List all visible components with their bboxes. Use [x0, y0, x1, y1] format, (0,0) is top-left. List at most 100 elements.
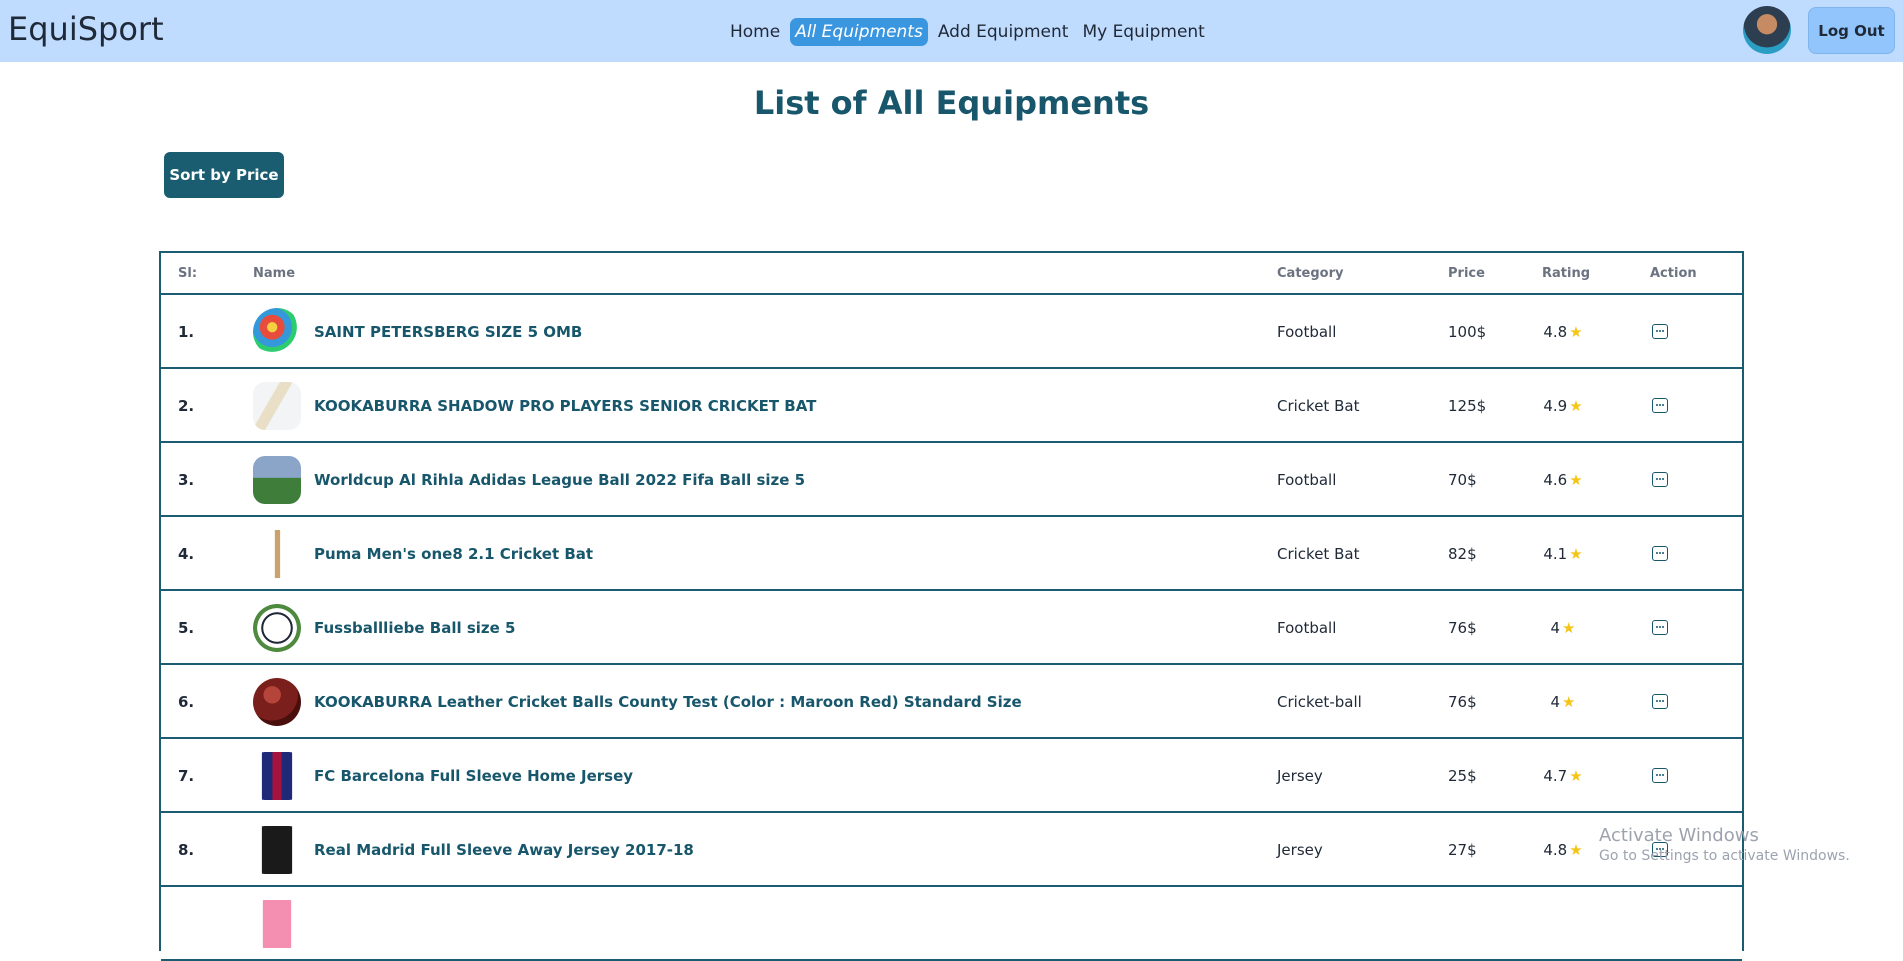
row-serial: 8. [178, 841, 195, 859]
table-row: 5. Fussballliebe Ball size 5 Football 76… [161, 591, 1742, 665]
table-row: 7. FC Barcelona Full Sleeve Home Jersey … [161, 739, 1742, 813]
product-price: 70$ [1448, 471, 1477, 489]
watermark-line-2: Go to Settings to activate Windows. [1599, 848, 1850, 864]
product-thumbnail [253, 308, 301, 356]
rating-value: 4 [1550, 693, 1561, 711]
product-name[interactable]: FC Barcelona Full Sleeve Home Jersey [314, 767, 633, 785]
header-sl: Sl: [178, 266, 198, 281]
product-name[interactable]: Worldcup Al Rihla Adidas League Ball 202… [314, 471, 805, 489]
product-name[interactable]: Fussballliebe Ball size 5 [314, 619, 515, 637]
product-category: Cricket Bat [1277, 545, 1360, 563]
details-action-icon[interactable] [1652, 398, 1668, 413]
star-icon: ★ [1562, 619, 1576, 637]
sort-by-price-button[interactable]: Sort by Price [164, 152, 284, 198]
nav-add-equipment[interactable]: Add Equipment [934, 18, 1073, 46]
product-name[interactable]: KOOKABURRA Leather Cricket Balls County … [314, 693, 1022, 711]
star-icon: ★ [1569, 323, 1583, 341]
details-action-icon[interactable] [1652, 324, 1668, 339]
row-serial: 5. [178, 619, 195, 637]
row-serial: 2. [178, 397, 195, 415]
rating-value: 4 [1550, 619, 1561, 637]
product-rating: 4.9 ★ [1533, 397, 1593, 415]
rating-value: 4.7 [1543, 767, 1568, 785]
product-price: 76$ [1448, 619, 1477, 637]
row-serial: 1. [178, 323, 195, 341]
top-navbar: EquiSport Home All Equipments Add Equipm… [0, 0, 1903, 62]
table-row: 4. Puma Men's one8 2.1 Cricket Bat Crick… [161, 517, 1742, 591]
product-price: 100$ [1448, 323, 1487, 341]
product-thumbnail [253, 530, 301, 578]
header-action: Action [1650, 266, 1697, 281]
product-name[interactable]: KOOKABURRA SHADOW PRO PLAYERS SENIOR CRI… [314, 397, 816, 415]
windows-activation-watermark: Activate Windows Go to Settings to activ… [1599, 825, 1850, 864]
nav-links: Home All Equipments Add Equipment My Equ… [726, 15, 1209, 49]
details-action-icon[interactable] [1652, 546, 1668, 561]
product-category: Jersey [1277, 841, 1323, 859]
product-category: Football [1277, 323, 1337, 341]
star-icon: ★ [1569, 841, 1583, 859]
product-thumbnail [253, 604, 301, 652]
table-header: Sl: Name Category Price Rating Action [161, 253, 1742, 295]
page-title: List of All Equipments [753, 84, 1150, 122]
product-rating: 4.8 ★ [1533, 841, 1593, 859]
product-category: Jersey [1277, 767, 1323, 785]
user-avatar[interactable] [1743, 6, 1791, 54]
details-action-icon[interactable] [1652, 472, 1668, 487]
rating-value: 4.8 [1543, 841, 1568, 859]
nav-my-equipment[interactable]: My Equipment [1078, 18, 1208, 46]
table-row: 6. KOOKABURRA Leather Cricket Balls Coun… [161, 665, 1742, 739]
product-thumbnail [253, 826, 301, 874]
product-thumbnail [253, 678, 301, 726]
product-rating: 4 ★ [1533, 693, 1593, 711]
product-category: Football [1277, 471, 1337, 489]
product-category: Football [1277, 619, 1337, 637]
header-category: Category [1277, 266, 1344, 281]
star-icon: ★ [1562, 693, 1576, 711]
watermark-line-1: Activate Windows [1599, 825, 1759, 846]
product-price: 76$ [1448, 693, 1477, 711]
details-action-icon[interactable] [1652, 620, 1668, 635]
details-action-icon[interactable] [1652, 694, 1668, 709]
row-serial: 4. [178, 545, 195, 563]
table-row [161, 887, 1742, 961]
product-rating: 4.7 ★ [1533, 767, 1593, 785]
product-rating: 4.1 ★ [1533, 545, 1593, 563]
logout-button[interactable]: Log Out [1808, 7, 1895, 54]
nav-home[interactable]: Home [726, 18, 784, 46]
rating-value: 4.8 [1543, 323, 1568, 341]
product-category: Cricket-ball [1277, 693, 1362, 711]
nav-all-equipments[interactable]: All Equipments [790, 18, 928, 46]
rating-value: 4.1 [1543, 545, 1568, 563]
product-rating: 4.6 ★ [1533, 471, 1593, 489]
star-icon: ★ [1569, 767, 1583, 785]
star-icon: ★ [1569, 545, 1583, 563]
header-rating: Rating [1542, 266, 1591, 281]
product-thumbnail [253, 900, 301, 948]
product-name[interactable]: Real Madrid Full Sleeve Away Jersey 2017… [314, 841, 694, 859]
details-action-icon[interactable] [1652, 768, 1668, 783]
table-row: 3. Worldcup Al Rihla Adidas League Ball … [161, 443, 1742, 517]
table-row: 8. Real Madrid Full Sleeve Away Jersey 2… [161, 813, 1742, 887]
header-name: Name [253, 266, 296, 281]
rating-value: 4.9 [1543, 397, 1568, 415]
product-price: 82$ [1448, 545, 1477, 563]
table-row: 1. SAINT PETERSBERG SIZE 5 OMB Football … [161, 295, 1742, 369]
rating-value: 4.6 [1543, 471, 1568, 489]
product-rating: 4 ★ [1533, 619, 1593, 637]
star-icon: ★ [1569, 471, 1583, 489]
product-thumbnail [253, 382, 301, 430]
product-rating: 4.8 ★ [1533, 323, 1593, 341]
product-category: Cricket Bat [1277, 397, 1360, 415]
row-serial: 3. [178, 471, 195, 489]
product-thumbnail [253, 752, 301, 800]
product-price: 25$ [1448, 767, 1477, 785]
star-icon: ★ [1569, 397, 1583, 415]
product-price: 125$ [1448, 397, 1487, 415]
equipment-table: Sl: Name Category Price Rating Action 1.… [159, 251, 1744, 961]
brand-logo[interactable]: EquiSport [8, 10, 164, 48]
product-thumbnail [253, 456, 301, 504]
product-price: 27$ [1448, 841, 1477, 859]
product-name[interactable]: SAINT PETERSBERG SIZE 5 OMB [314, 323, 582, 341]
row-serial: 7. [178, 767, 195, 785]
product-name[interactable]: Puma Men's one8 2.1 Cricket Bat [314, 545, 593, 563]
